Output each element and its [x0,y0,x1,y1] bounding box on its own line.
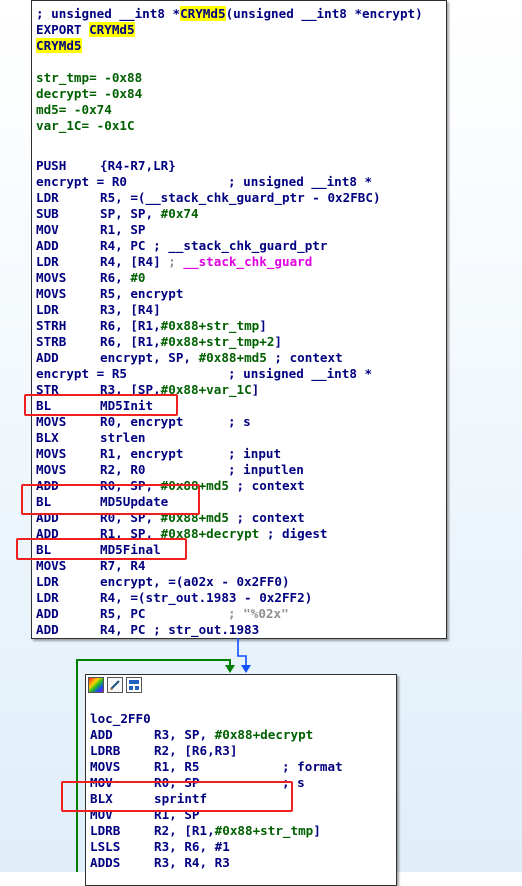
mnemonic: STRB [36,334,67,349]
mnemonic: LSLS [90,839,121,854]
operands: R6, #0 [100,270,146,285]
mnemonic: LDR [36,574,59,589]
operands: R5, =(__stack_chk_guard_ptr - 0x2FBC) [100,190,381,205]
operands: R4, =(str_out.1983 - 0x2FF2) [100,590,313,605]
comment: ; s [228,414,251,429]
highlight-box-md5update [21,484,200,515]
comment: ; "%02x" [228,606,289,621]
mnemonic: LDRB [90,823,121,838]
mnemonic: LDR [36,254,59,269]
mnemonic: MOVS [36,462,67,477]
mnemonic: ADDS [90,855,121,870]
mnemonic: MOV [36,222,59,237]
operands: R6, [R1,#0x88+str_tmp+2] [100,334,282,349]
sig-params: (unsigned __int8 *encrypt) [225,6,423,21]
operands: strlen [100,430,146,445]
operands: R0, encrypt [100,414,184,429]
function-label-text[interactable]: CRYMd5 [36,38,82,53]
mnemonic: MOVS [36,286,67,301]
edge-blue-arrow [241,665,251,673]
comment: ; input [228,446,282,461]
operands: R6, [R1,#0x88+str_tmp] [100,318,267,333]
mnemonic: MOVS [36,414,67,429]
operands: R1, SP [100,222,146,237]
mnemonic: MOVS [90,759,121,774]
operands: R5, PC [100,606,146,621]
export-directive: EXPORT CRYMd5 [36,22,135,38]
operands: R4, PC ; __stack_chk_guard_ptr [100,238,328,253]
label-text: loc_2FF0 [90,711,151,726]
comment: ; unsigned __int8 * [228,366,373,381]
operands: R3, R6, #1 [154,839,230,854]
mnemonic: LDR [36,190,59,205]
operands: R5, encrypt [100,286,184,301]
export-keyword: EXPORT [36,22,90,37]
mnemonic: LDRB [90,743,121,758]
comment: ; format [282,759,343,774]
mnemonic: ADD [36,238,59,253]
mnemonic: MOVS [36,446,67,461]
mnemonic: MOVS [36,558,67,573]
operands: R2, [R1,#0x88+str_tmp] [154,823,321,838]
mnemonic: ADD [36,622,59,637]
stack-var-str-tmp[interactable]: str_tmp= -0x88 [36,70,142,86]
function-signature-comment: ; unsigned __int8 *CRYMd5(unsigned __int… [36,6,423,22]
operands: {R4-R7,LR} [100,158,176,173]
sig-function-name[interactable]: CRYMd5 [180,6,226,21]
highlight-box-sprintf [61,781,293,812]
mnemonic: LDR [36,302,59,317]
highlight-box-md5final [16,538,187,560]
operands: encrypt, SP, #0x88+md5 ; context [100,350,343,365]
stack-var-decrypt[interactable]: decrypt= -0x84 [36,86,142,102]
comment: ; unsigned __int8 * [228,174,373,189]
operands: R7, R4 [100,558,146,573]
mnemonic: MOVS [36,270,67,285]
operands: encrypt, =(a02x - 0x2FF0) [100,574,290,589]
operands: R3, SP, #0x88+decrypt [154,727,314,742]
function-label[interactable]: CRYMd5 [36,38,82,54]
operands: R3, [R4] [100,302,161,317]
operands: R2, [R6,R3] [154,743,238,758]
mnemonic: encrypt = R5 [36,366,127,381]
operands: R3, R4, R3 [154,855,230,870]
edge-green-arrow [225,665,235,673]
mnemonic: ADD [36,350,59,365]
stack-var-md5[interactable]: md5= -0x74 [36,102,112,118]
edit-pencil-icon[interactable] [107,677,123,693]
operands: R4, [R4] ; __stack_chk_guard [100,254,313,269]
edge-blue [237,638,247,668]
operands: SP, SP, #0x74 [100,206,199,221]
disasm-block-loc-2ff0[interactable]: loc_2FF0 ADD R3, SP, #0x88+decrypt LDRB R2,… [85,674,397,886]
operands: R1, encrypt [100,446,184,461]
operands: R1, R5 [154,759,200,774]
mnemonic: ADD [36,606,59,621]
graph-view-icon[interactable] [126,677,142,693]
color-palette-icon[interactable] [88,677,104,693]
comment: ; inputlen [228,462,304,477]
mnemonic: ADD [90,727,113,742]
export-name[interactable]: CRYMd5 [89,22,135,37]
block-label-loc-2ff0[interactable]: loc_2FF0 [90,711,151,727]
mnemonic: STRH [36,318,67,333]
mnemonic: encrypt = R0 [36,174,127,189]
mnemonic: SUB [36,206,59,221]
operands: R4, PC ; str_out.1983 [100,622,260,637]
sig-prefix: ; unsigned __int8 * [36,6,181,21]
highlight-box-md5init [24,394,178,416]
mnemonic: PUSH [36,158,67,173]
operands: R2, R0 [100,462,146,477]
stack-var-var-1c[interactable]: var_1C= -0x1C [36,118,135,134]
mnemonic: LDR [36,590,59,605]
mnemonic: BLX [36,430,59,445]
